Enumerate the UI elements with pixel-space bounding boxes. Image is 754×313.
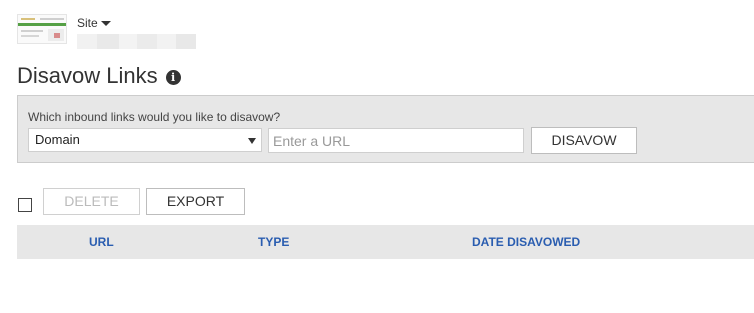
page-title: Disavow Links i [17, 62, 181, 90]
disavow-button[interactable]: DISAVOW [531, 127, 637, 154]
column-header-type[interactable]: TYPE [258, 225, 289, 259]
disavow-type-select[interactable]: Domain [28, 128, 262, 152]
column-header-date-disavowed[interactable]: DATE DISAVOWED [472, 225, 580, 259]
disavow-question: Which inbound links would you like to di… [28, 110, 281, 124]
page-title-text: Disavow Links [17, 63, 158, 88]
disavow-type-value: Domain [35, 132, 80, 147]
table-header: URL TYPE DATE DISAVOWED [17, 225, 754, 259]
select-all-checkbox[interactable] [18, 198, 32, 212]
site-header: Site [17, 12, 337, 52]
site-dropdown-label: Site [77, 16, 98, 30]
disavow-panel: Which inbound links would you like to di… [17, 95, 754, 163]
caret-down-icon [100, 21, 111, 26]
export-button[interactable]: EXPORT [146, 188, 245, 215]
info-circle-icon[interactable]: i [165, 70, 181, 85]
site-url-redacted [77, 34, 196, 49]
site-dropdown[interactable]: Site [77, 16, 111, 30]
site-thumbnail[interactable] [17, 14, 67, 44]
delete-button: DELETE [43, 188, 140, 215]
url-input[interactable] [268, 128, 524, 153]
column-header-url[interactable]: URL [89, 225, 114, 259]
select-arrow-icon [248, 138, 256, 144]
